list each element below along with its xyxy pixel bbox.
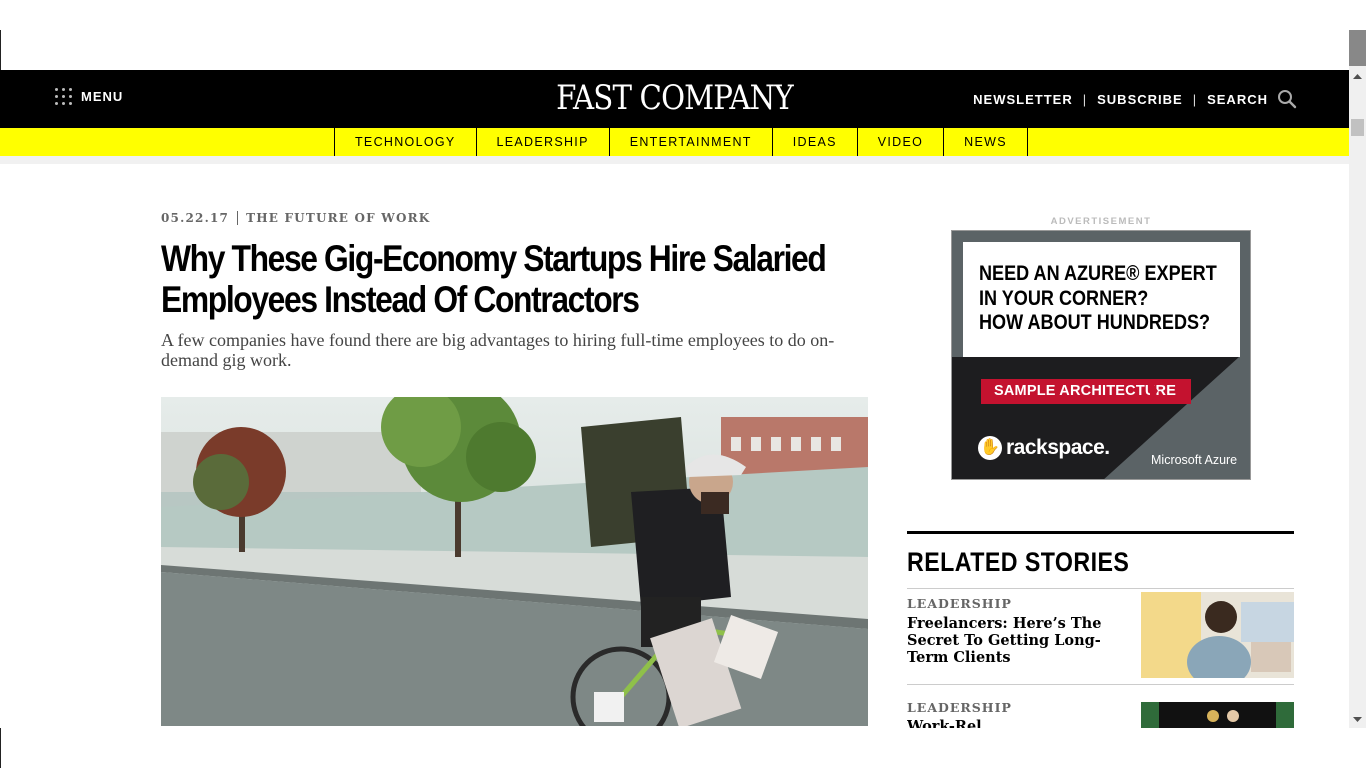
subscribe-link[interactable]: SUBSCRIBE (1097, 92, 1183, 107)
scrollbar-top-block (1349, 30, 1366, 66)
browser-bottom-gap (0, 728, 1366, 768)
article-headline: Why These Gig-Economy Startups Hire Sala… (161, 238, 827, 320)
story-title[interactable]: Work-Rel... (907, 718, 1117, 728)
category-ideas[interactable]: IDEAS (773, 128, 858, 156)
related-top-rule (907, 531, 1294, 534)
ad-line-2: IN YOUR CORNER? (979, 286, 1149, 310)
story-divider (907, 684, 1294, 685)
category-news[interactable]: NEWS (944, 128, 1028, 156)
ad-cta-button[interactable]: SAMPLE ARCHITECTURE (981, 379, 1192, 404)
header-right-nav: NEWSLETTER | SUBSCRIBE | SEARCH (973, 89, 1297, 109)
rackspace-logo: ✋ rackspace. (978, 436, 1110, 460)
article-dek: A few companies have found there are big… (161, 330, 835, 370)
advertisement-label: ADVERTISEMENT (1050, 216, 1152, 227)
rackspace-brand-text: rackspace. (1006, 436, 1110, 459)
category-bar: TECHNOLOGY LEADERSHIP ENTERTAINMENT IDEA… (0, 128, 1349, 156)
category-technology[interactable]: TECHNOLOGY (335, 128, 477, 156)
microsoft-azure-text: Microsoft Azure (1151, 453, 1238, 467)
story-thumbnail[interactable] (1141, 592, 1294, 678)
site-header: MENU FAST COMPANY NEWSLETTER | SUBSCRIBE… (0, 70, 1349, 128)
scroll-up-arrow-icon[interactable] (1349, 68, 1366, 85)
related-story-item[interactable]: LEADERSHIP Freelancers: Here’s The Secre… (907, 587, 1294, 685)
category-video[interactable]: VIDEO (858, 128, 945, 156)
newsletter-link[interactable]: NEWSLETTER (973, 92, 1073, 107)
category-entertainment[interactable]: ENTERTAINMENT (610, 128, 773, 156)
ad-line-3: HOW ABOUT HUNDREDS? (979, 311, 1211, 334)
ad-line-1: NEED AN AZURE® EXPERT (979, 262, 1217, 285)
search-link[interactable]: SEARCH (1207, 92, 1268, 107)
story-title[interactable]: Freelancers: Here’s The Secret To Gettin… (907, 615, 1117, 666)
article-date: 05.22.17 (161, 211, 230, 225)
ad-headline-box: NEED AN AZURE® EXPERT IN YOUR CORNER? HO… (963, 242, 1240, 357)
related-story-item[interactable]: LEADERSHIP Work-Rel... (907, 693, 1294, 728)
rackspace-mark-icon: ✋ (978, 436, 1002, 460)
hero-image-bike-messenger (161, 397, 868, 726)
nav-separator: | (1192, 91, 1198, 107)
story-kicker[interactable]: LEADERSHIP (907, 700, 1012, 715)
related-heading: RELATED STORIES (907, 547, 1130, 577)
ad-cta-arrow-icon (1150, 379, 1158, 403)
article-meta: 05.22.17 THE FUTURE OF WORK (161, 211, 430, 225)
nav-separator: | (1082, 91, 1088, 107)
scroll-down-arrow-icon[interactable] (1349, 711, 1366, 728)
page-scrollbar[interactable] (1349, 30, 1366, 728)
magnifier-icon[interactable] (1277, 89, 1297, 109)
related-stories: RELATED STORIES (907, 531, 1294, 589)
header-shadow-strip (0, 156, 1349, 164)
category-leadership[interactable]: LEADERSHIP (477, 128, 610, 156)
scrollbar-thumb[interactable] (1351, 119, 1364, 136)
story-thumbnail[interactable] (1141, 702, 1294, 728)
article-section-link[interactable]: THE FUTURE OF WORK (246, 211, 430, 225)
ad-banner[interactable]: NEED AN AZURE® EXPERT IN YOUR CORNER? HO… (951, 230, 1251, 480)
browser-top-gap (0, 0, 1349, 70)
grid-dots-icon (55, 88, 72, 105)
story-kicker[interactable]: LEADERSHIP (907, 596, 1012, 611)
